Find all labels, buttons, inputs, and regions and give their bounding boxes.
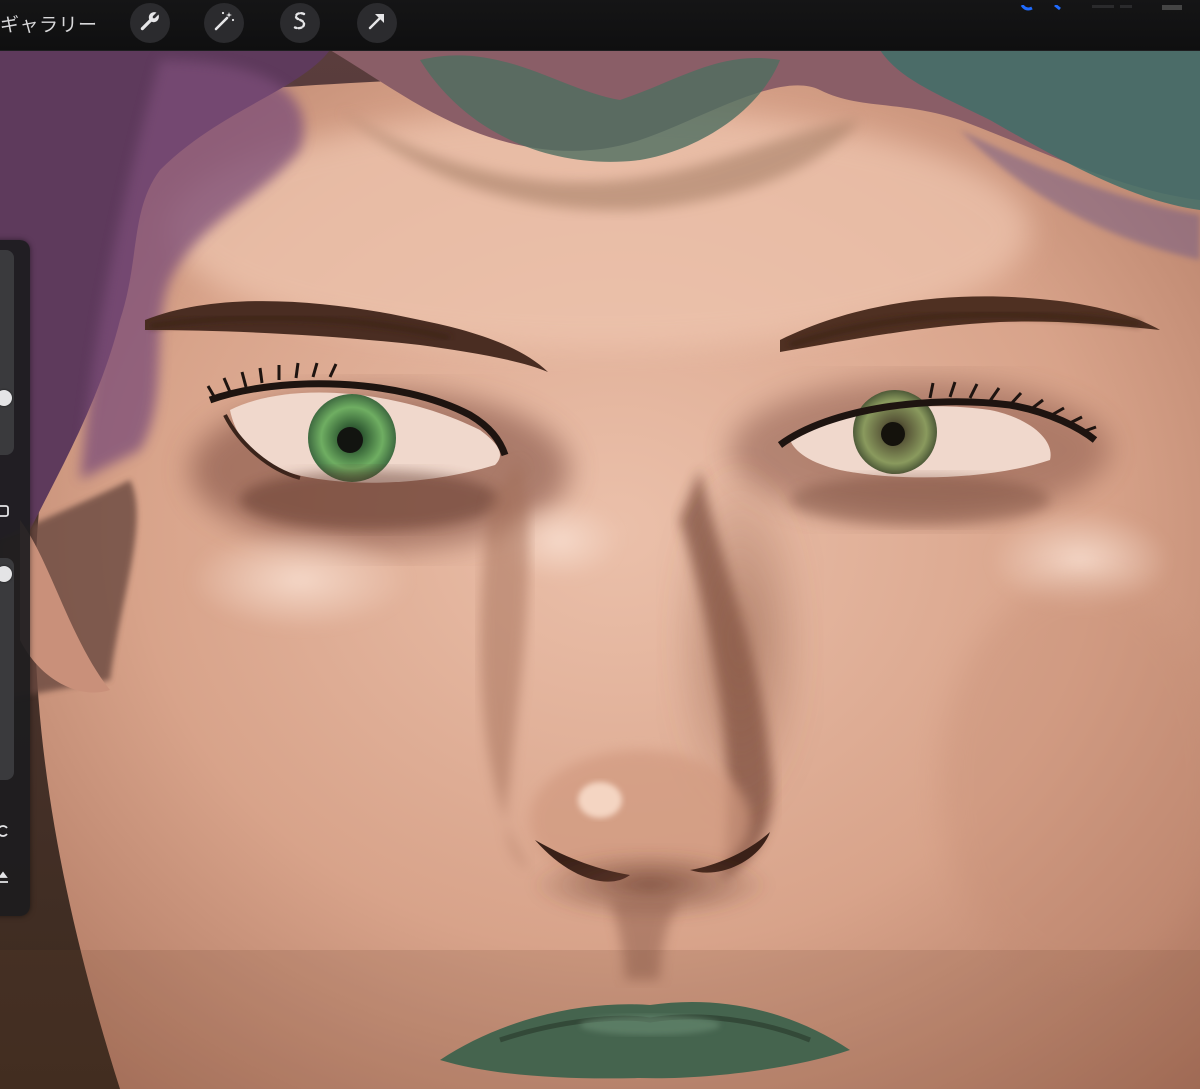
redo-icon[interactable] xyxy=(0,870,12,888)
brush-sidebar xyxy=(0,240,30,916)
selection-button[interactable] xyxy=(280,3,320,43)
transform-button[interactable] xyxy=(357,3,397,43)
top-toolbar: ギャラリー xyxy=(0,0,1200,51)
brush-size-knob[interactable] xyxy=(0,390,12,406)
portrait-artwork xyxy=(0,50,1200,1089)
procreate-screen: ギャラリー xyxy=(0,0,1200,1089)
opacity-knob[interactable] xyxy=(0,566,12,582)
magic-wand-icon xyxy=(212,9,236,37)
selection-s-icon xyxy=(288,9,312,37)
actions-button[interactable] xyxy=(130,3,170,43)
brush-size-slider[interactable] xyxy=(0,250,14,455)
modify-square-icon[interactable] xyxy=(0,502,12,520)
wrench-icon xyxy=(138,9,162,37)
adjustments-button[interactable] xyxy=(204,3,244,43)
drawing-canvas[interactable] xyxy=(0,50,1200,1089)
opacity-slider[interactable] xyxy=(0,558,14,780)
top-right-accents xyxy=(1000,0,1200,11)
gallery-button[interactable]: ギャラリー xyxy=(0,10,98,40)
undo-icon[interactable] xyxy=(0,822,12,840)
arrow-icon xyxy=(365,9,389,37)
